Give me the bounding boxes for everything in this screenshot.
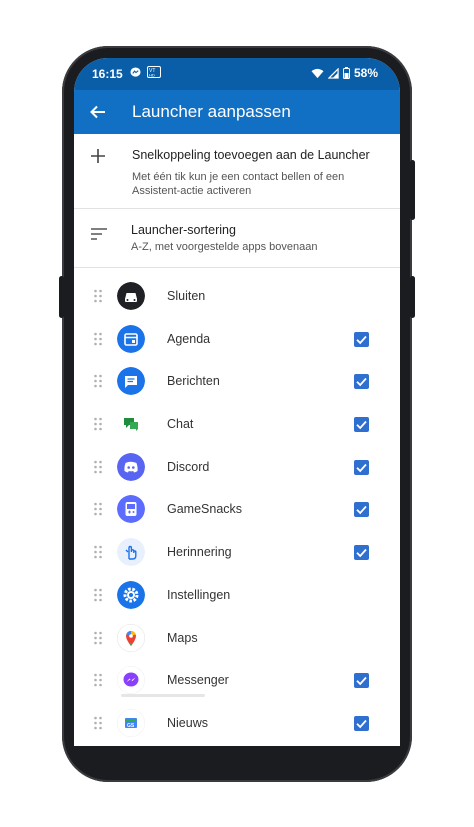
messenger-icon (130, 66, 141, 77)
reminder-hand-icon (117, 538, 145, 567)
phone-side-button (59, 276, 64, 318)
drag-handle-icon[interactable] (94, 374, 102, 388)
app-row-berichten[interactable]: Berichten (74, 360, 400, 403)
status-bar: 16:15 VT HD 58% (74, 58, 400, 90)
gesture-handle[interactable] (121, 694, 205, 697)
add-shortcut-subtitle: Met één tik kun je een contact bellen of… (132, 171, 345, 197)
drag-handle-icon[interactable] (94, 716, 102, 730)
app-label: Maps (167, 630, 198, 645)
battery-percentage: 58% (353, 66, 378, 80)
drag-handle-icon[interactable] (94, 631, 102, 645)
app-row-discord[interactable]: Discord (74, 446, 400, 489)
messages-icon (117, 367, 145, 396)
checkbox-checked[interactable] (354, 545, 369, 561)
app-label: Herinnering (167, 545, 232, 560)
checkmark-icon (356, 463, 367, 473)
chat-icon (117, 410, 145, 439)
checkmark-icon (356, 420, 367, 430)
app-label: Discord (167, 459, 210, 474)
volte-icon: VT HD (147, 66, 161, 78)
app-row-nieuws[interactable]: GS Nieuws (74, 702, 400, 745)
drag-handle-icon[interactable] (94, 588, 102, 602)
car-icon (117, 282, 145, 310)
launcher-sorting-title: Launcher-sortering (131, 223, 236, 237)
app-label: Agenda (167, 331, 211, 346)
checkbox-checked[interactable] (354, 459, 369, 475)
drag-handle-icon[interactable] (94, 673, 102, 687)
phone-side-button (410, 276, 415, 318)
discord-icon (117, 452, 145, 481)
app-label: Sluiten (167, 289, 206, 303)
app-list: Sluiten Agenda Berichten Chat Discord GameSna… (74, 275, 400, 745)
checkbox-checked[interactable] (354, 673, 369, 689)
app-row-maps[interactable]: Maps (74, 617, 400, 660)
gamesnacks-icon (117, 495, 145, 524)
app-row-agenda[interactable]: Agenda (74, 318, 400, 361)
maps-pin-icon (117, 623, 145, 652)
app-row-chat[interactable]: Chat (74, 403, 400, 446)
arrow-back-icon[interactable] (88, 102, 108, 122)
sort-icon (91, 228, 107, 240)
app-label: Berichten (167, 374, 220, 389)
add-shortcut-row[interactable]: Snelkoppeling toevoegen aan de Launcher … (74, 134, 400, 209)
phone-side-button (410, 160, 415, 220)
settings-gear-icon (117, 580, 145, 609)
app-row-herinnering[interactable]: Herinnering (74, 531, 400, 574)
drag-handle-icon[interactable] (94, 460, 102, 474)
screen: 16:15 VT HD 58% Launcher aanpassen Snelk… (74, 58, 400, 746)
svg-text:HD: HD (149, 73, 155, 78)
checkmark-icon (356, 335, 367, 344)
drag-handle-icon[interactable] (94, 332, 102, 346)
calendar-icon (117, 324, 145, 353)
checkbox-checked[interactable] (354, 715, 369, 731)
checkbox-checked[interactable] (354, 502, 369, 518)
drag-handle-icon[interactable] (94, 289, 102, 303)
battery-icon (342, 67, 350, 79)
launcher-sorting-row[interactable]: Launcher-sortering A-Z, met voorgestelde… (74, 209, 400, 268)
app-row-gamesnacks[interactable]: GameSnacks (74, 488, 400, 531)
plus-icon (91, 149, 105, 163)
svg-text:GS: GS (127, 723, 135, 729)
app-bar: Launcher aanpassen (74, 90, 400, 134)
app-label: Messenger (167, 673, 229, 688)
signal-icon (327, 67, 339, 79)
checkmark-icon (356, 378, 367, 387)
app-row-sluiten[interactable]: Sluiten (74, 275, 400, 318)
wifi-icon (311, 68, 324, 78)
add-shortcut-title: Snelkoppeling toevoegen aan de Launcher (132, 148, 370, 162)
app-label: Chat (167, 417, 194, 432)
checkmark-icon (356, 719, 367, 729)
messenger-icon (117, 666, 145, 695)
checkmark-icon (356, 506, 367, 515)
drag-handle-icon[interactable] (94, 417, 102, 431)
launcher-sorting-subtitle: A-Z, met voorgestelde apps bovenaan (131, 241, 318, 253)
news-icon: GS (117, 708, 145, 737)
checkmark-icon (356, 677, 367, 686)
app-label: GameSnacks (167, 502, 243, 517)
checkbox-checked[interactable] (354, 374, 369, 390)
checkbox-checked[interactable] (354, 417, 369, 433)
drag-handle-icon[interactable] (94, 502, 102, 516)
checkbox-checked[interactable] (354, 331, 369, 347)
drag-handle-icon[interactable] (94, 545, 102, 559)
app-label: Instellingen (167, 587, 231, 602)
app-row-instellingen[interactable]: Instellingen (74, 574, 400, 617)
checkmark-icon (356, 549, 367, 558)
status-time: 16:15 (92, 67, 123, 81)
page-title: Launcher aanpassen (132, 102, 291, 121)
app-label: Nieuws (167, 715, 208, 730)
